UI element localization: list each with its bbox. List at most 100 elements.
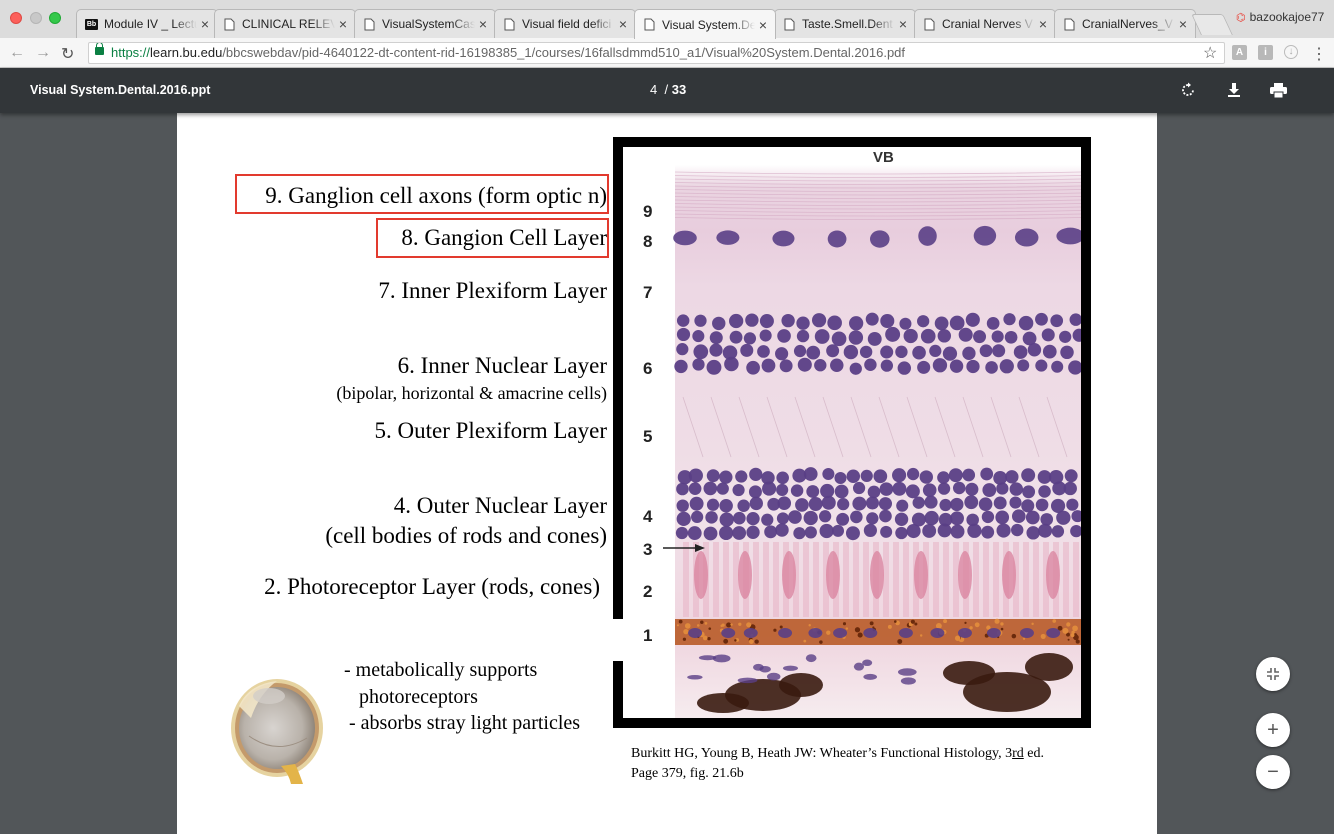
forward-arrow-icon[interactable]: → [35,44,51,62]
label-layer-4: 4. Outer Nuclear Layer [393,493,607,518]
label-layer-5: 5. Outer Plexiform Layer [374,418,607,443]
close-tab-icon[interactable]: × [897,16,909,32]
tab-title: Cranial Nerves V [942,17,1033,31]
layer-number-5: 5 [643,427,652,446]
pdf-page: 9. Ganglion cell axons (form optic n) 8.… [177,113,1157,834]
tab-title: Visual System.De [662,17,755,32]
url-host: learn.bu.edu [150,45,223,60]
extension-icon[interactable]: ↓ [1284,45,1298,59]
minimize-window-button[interactable] [30,12,42,24]
menu-icon[interactable]: ⋮ [1311,44,1327,64]
label-layer-8: 8. Gangion Cell Layer [401,225,607,250]
tab-taste-smell-dental[interactable]: Taste.Smell.Dent × [774,9,916,38]
page-indicator: 4 / 33 [650,82,686,97]
tab-title: CranialNerves_V [1082,17,1173,31]
url-path: /bbcswebdav/pid-4640122-dt-content-rid-1… [222,45,906,60]
rotate-icon[interactable] [1178,80,1198,100]
eye-cross-section-image [231,679,323,784]
tab-strip: Bb Module IV _ Lectu × CLINICAL RELEVA ×… [0,0,1334,39]
label-layer-7: 7. Inner Plexiform Layer [378,278,607,303]
micrograph-header: VB [873,149,894,166]
bookmark-star-icon[interactable]: ☆ [1203,43,1217,63]
layer-number-4: 4 [643,507,653,526]
caption-line-1: Burkitt HG, Young B, Heath JW: Wheater’s… [631,746,1013,761]
profile-name: bazookajoe77 [1249,10,1325,24]
new-tab-button[interactable] [1191,14,1233,35]
retina-micrograph: VB 9 8 7 6 5 4 3 2 1 [613,137,1091,728]
layer-number-3: 3 [643,540,652,559]
extension-icon[interactable]: i [1258,45,1273,60]
profile-icon: ⌬ [1236,11,1246,24]
caption-line-2: Page 379, fig. 21.6b [631,766,744,781]
layer-number-9: 9 [643,202,652,221]
layer-number-1: 1 [643,626,652,645]
layer-number-7: 7 [643,283,652,302]
tab-visual-system-dental[interactable]: Visual System.De × [634,9,776,39]
close-tab-icon[interactable]: × [1177,16,1189,32]
tab-module-iv[interactable]: Bb Module IV _ Lectu × [76,9,218,38]
close-tab-icon[interactable]: × [199,16,211,32]
browser-toolbar: ← → ↻ https://learn.bu.edu/bbcswebdav/pi… [0,38,1334,68]
document-icon [923,18,936,31]
layer-number-6: 6 [643,359,652,378]
tab-title: CLINICAL RELEVA [242,17,335,31]
tab-title: Taste.Smell.Dent [802,17,893,31]
document-icon [643,18,656,31]
tab-visual-system-case[interactable]: VisualSystemCas × [354,9,496,38]
back-arrow-icon[interactable]: ← [9,44,25,62]
zoom-out-button[interactable]: − [1256,755,1290,789]
close-tab-icon[interactable]: × [757,17,769,33]
tab-clinical-relevance[interactable]: CLINICAL RELEVA × [214,9,356,38]
figure-caption: Burkitt HG, Young B, Heath JW: Wheater’s… [631,744,1044,784]
bullet-supports-cont: photoreceptors [359,686,478,708]
document-icon [503,18,516,31]
bullet-supports: - metabolically supports [344,659,538,681]
zoom-in-button[interactable]: + [1256,713,1290,747]
document-icon [1063,18,1076,31]
address-bar[interactable]: https://learn.bu.edu/bbcswebdav/pid-4640… [88,42,1225,64]
retina-histology-image: VB 9 8 7 6 5 4 3 2 1 [643,149,1081,718]
blackboard-icon: Bb [85,18,98,30]
label-layer-2: 2. Photoreceptor Layer (rods, cones) [264,574,600,599]
label-layer-9: 9. Ganglion cell axons (form optic n) [265,183,607,208]
pdf-toolbar: Visual System.Dental.2016.ppt 4 / 33 [0,68,1334,113]
reload-icon[interactable]: ↻ [61,44,74,64]
maximize-window-button[interactable] [49,12,61,24]
label-layer-6: 6. Inner Nuclear Layer [397,353,607,378]
print-icon[interactable] [1268,80,1288,100]
url-scheme: https:// [111,45,151,60]
layer-number-8: 8 [643,232,652,251]
tab-title: Module IV _ Lectu [104,17,197,31]
close-tab-icon[interactable]: × [1037,16,1049,32]
frame-gap [613,619,623,661]
close-tab-icon[interactable]: × [477,16,489,32]
tab-cranial-nerves-v[interactable]: Cranial Nerves V × [914,9,1056,38]
current-page[interactable]: 4 [650,82,657,97]
tab-cranial-nerves-v2[interactable]: CranialNerves_V × [1054,9,1196,38]
document-icon [783,18,796,31]
tab-title: VisualSystemCas [382,17,475,31]
lock-icon [95,43,104,55]
close-window-button[interactable] [10,12,22,24]
label-layer-4-sub: (cell bodies of rods and cones) [325,523,607,548]
pdf-title: Visual System.Dental.2016.ppt [30,83,211,97]
fit-page-icon [1267,668,1279,680]
caption-superscript: rd [1012,746,1024,761]
download-icon[interactable] [1224,80,1244,100]
fit-to-page-button[interactable] [1256,657,1290,691]
plus-icon: + [1267,718,1279,741]
minus-icon: − [1267,760,1279,783]
tab-visual-field-deficits[interactable]: Visual field defici × [494,9,636,38]
layer-number-2: 2 [643,582,652,601]
close-tab-icon[interactable]: × [337,16,349,32]
label-layer-6-sub: (bipolar, horizontal & amacrine cells) [336,383,607,403]
document-icon [363,18,376,31]
extension-icon[interactable]: A [1232,45,1247,60]
page-separator: / [664,82,669,97]
close-tab-icon[interactable]: × [617,16,629,32]
tab-title: Visual field defici [522,17,612,31]
total-pages: 33 [671,82,687,97]
caption-line-1-end: ed. [1023,746,1044,761]
bullet-absorbs: - absorbs stray light particles [349,712,581,734]
profile-button[interactable]: ⌬ bazookajoe77 [1236,10,1324,24]
